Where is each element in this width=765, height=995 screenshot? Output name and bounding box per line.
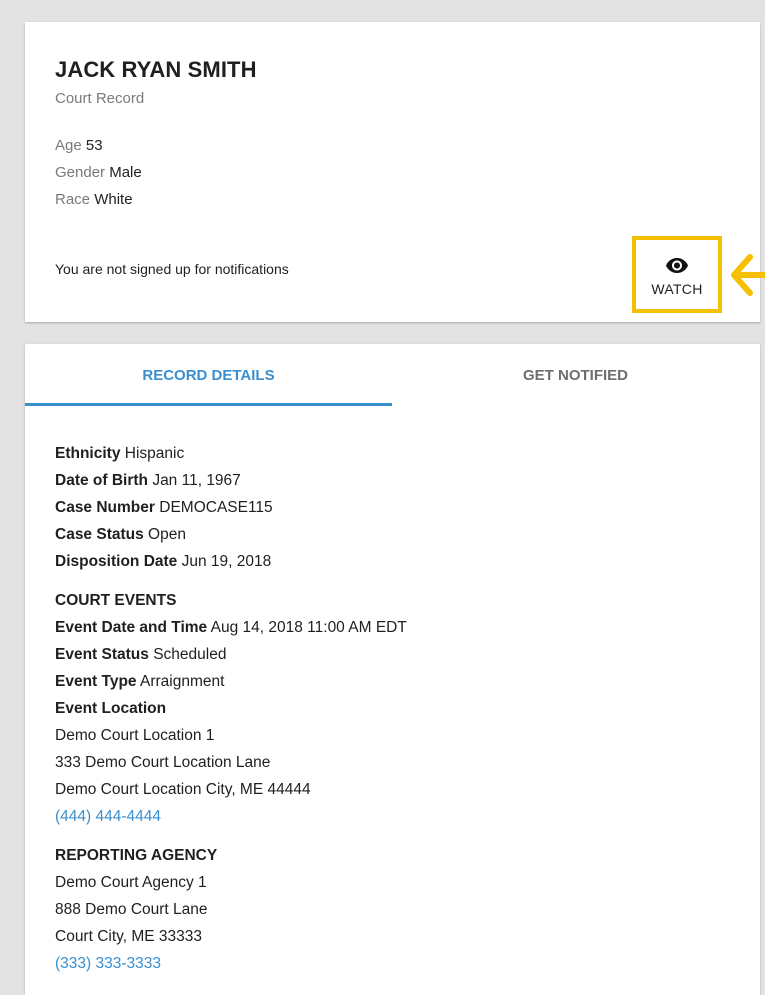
event-location-label: Event Location xyxy=(55,700,167,717)
detail-label: Ethnicity xyxy=(55,445,121,462)
eye-icon xyxy=(666,257,688,273)
court-events-title: COURT EVENTS xyxy=(55,592,177,609)
arrow-left-icon xyxy=(731,254,765,296)
location-phone-link[interactable]: (444) 444-4444 xyxy=(55,808,161,825)
event-datetime-value: Aug 14, 2018 11:00 AM EDT xyxy=(210,619,407,636)
event-status-label: Event Status xyxy=(55,646,149,663)
race-label: Race xyxy=(55,191,91,208)
gender-value: Male xyxy=(109,164,142,181)
event-datetime-label: Event Date and Time xyxy=(55,619,208,636)
record-type: Court Record xyxy=(55,90,145,107)
person-name: JACK RYAN SMITH xyxy=(55,57,257,82)
location-street: 333 Demo Court Location Lane xyxy=(55,754,271,771)
watch-label: WATCH xyxy=(651,280,703,297)
gender-label: Gender xyxy=(55,164,106,181)
tab-get-notified[interactable]: GET NOTIFIED xyxy=(392,344,759,406)
event-status-value: Scheduled xyxy=(153,646,227,663)
record-details-card: RECORD DETAILS GET NOTIFIED Ethnicity Hi… xyxy=(25,344,760,995)
event-type-label: Event Type xyxy=(55,673,137,690)
tab-bar: RECORD DETAILS GET NOTIFIED xyxy=(25,344,760,406)
detail-row-date-of-birth: Date of Birth Jan 11, 1967 xyxy=(55,467,407,494)
age-value: 53 xyxy=(85,137,103,154)
agency-name: Demo Court Agency 1 xyxy=(55,874,207,891)
detail-value: DEMOCASE115 xyxy=(159,499,273,516)
reporting-agency-title: REPORTING AGENCY xyxy=(55,847,218,864)
reporting-agency-section: REPORTING AGENCY Demo Court Agency 1 888… xyxy=(55,842,407,977)
detail-value: Hispanic xyxy=(124,445,185,462)
detail-row-case-status: Case Status Open xyxy=(55,521,407,548)
gender-row: Gender Male xyxy=(55,164,142,181)
agency-street: 888 Demo Court Lane xyxy=(55,901,208,918)
event-datetime-row: Event Date and Time Aug 14, 2018 11:00 A… xyxy=(55,614,407,641)
detail-value: Jan 11, 1967 xyxy=(152,472,241,489)
agency-phone-link[interactable]: (333) 333-3333 xyxy=(55,955,161,972)
location-name: Demo Court Location 1 xyxy=(55,727,215,744)
age-label: Age xyxy=(55,137,82,154)
detail-label: Case Status xyxy=(55,526,144,543)
notification-status: You are not signed up for notifications xyxy=(55,261,289,277)
detail-value: Jun 19, 2018 xyxy=(181,553,272,570)
event-type-value: Arraignment xyxy=(140,673,225,690)
location-city: Demo Court Location City, ME 44444 xyxy=(55,781,311,798)
event-type-row: Event Type Arraignment xyxy=(55,668,407,695)
race-value: White xyxy=(94,191,133,208)
race-row: Race White xyxy=(55,191,133,208)
detail-value: Open xyxy=(148,526,186,543)
event-status-row: Event Status Scheduled xyxy=(55,641,407,668)
age-row: Age 53 xyxy=(55,137,103,154)
agency-city: Court City, ME 33333 xyxy=(55,928,203,945)
record-details-content: Ethnicity Hispanic Date of Birth Jan 11,… xyxy=(55,440,407,977)
detail-label: Date of Birth xyxy=(55,472,148,489)
event-location-row: Event Location xyxy=(55,695,407,722)
tab-record-details[interactable]: RECORD DETAILS xyxy=(25,344,392,406)
detail-label: Disposition Date xyxy=(55,553,178,570)
active-tab-indicator xyxy=(25,403,392,406)
record-summary-card: JACK RYAN SMITH Court Record Age 53 Gend… xyxy=(25,22,760,322)
detail-label: Case Number xyxy=(55,499,155,516)
detail-row-case-number: Case Number DEMOCASE115 xyxy=(55,494,407,521)
watch-button[interactable]: WATCH xyxy=(632,236,722,313)
detail-row-ethnicity: Ethnicity Hispanic xyxy=(55,440,407,467)
court-events-section: COURT EVENTS Event Date and Time Aug 14,… xyxy=(55,587,407,830)
detail-row-disposition-date: Disposition Date Jun 19, 2018 xyxy=(55,548,407,575)
